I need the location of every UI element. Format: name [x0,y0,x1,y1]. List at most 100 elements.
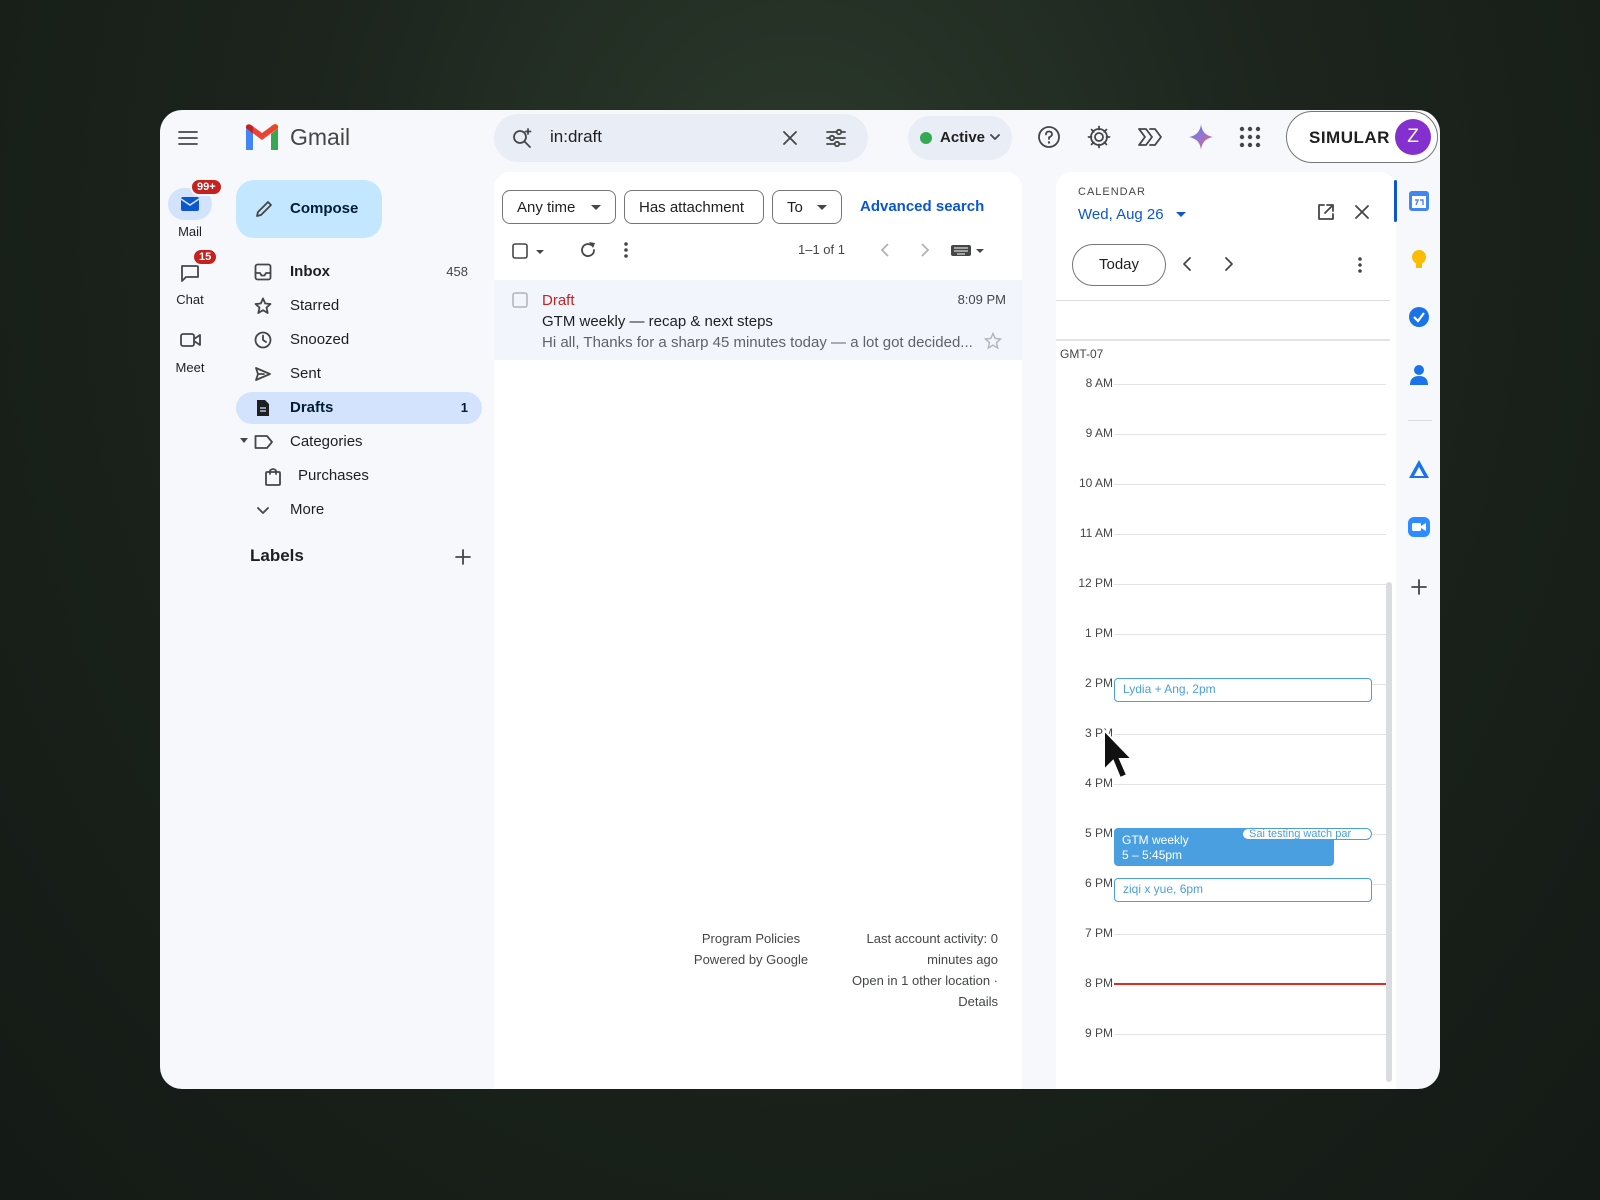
side-apps-rail [1394,172,1440,1089]
calendar-panel: CALENDAR Wed, Aug 26 Today GMT-07 8 AM 9 … [1056,172,1396,1089]
calendar-scrollbar[interactable] [1386,582,1392,1082]
chevron-left-icon[interactable] [878,242,892,258]
nav-label: Sent [290,365,321,382]
activity-line: Last account activity: 0 [866,931,998,946]
nav-label: More [290,501,325,518]
help-icon[interactable] [1036,124,1062,150]
nav-inbox[interactable]: Inbox 458 [236,256,482,288]
mouse-cursor-icon [1103,728,1135,780]
more-vert-icon[interactable] [622,240,630,260]
email-row[interactable]: Draft 8:09 PM GTM weekly — recap & next … [494,280,1022,360]
nav-categories[interactable]: Categories [236,426,482,458]
rail-meet[interactable]: Meet [160,324,220,375]
contacts-icon[interactable] [1409,364,1429,386]
label-tag-icon [254,435,273,449]
filter-has-attachment-label: Has attachment [639,199,745,216]
search-input[interactable] [550,127,790,147]
nav-count: 1 [460,400,468,415]
tasks-icon[interactable] [1408,306,1430,328]
account-brand: SIMULAR [1309,128,1390,147]
program-policies-link[interactable]: Program Policies [676,928,826,949]
account-switcher[interactable]: SIMULAR Z [1286,111,1438,163]
status-selector[interactable]: Active [908,116,1012,160]
add-label-icon[interactable] [454,548,472,566]
keyboard-icon[interactable] [950,242,986,258]
activity-line: minutes ago [927,952,998,967]
nav-label: Drafts [290,399,334,416]
nav-snoozed[interactable]: Snoozed [236,324,482,356]
keep-bulb-icon[interactable] [1410,248,1428,272]
filter-to-label: To [787,199,803,216]
hour-label: 1 PM [1084,626,1113,640]
nav-label: Categories [290,433,363,450]
zoom-video-icon[interactable] [1407,516,1431,538]
nav-label: Snoozed [290,331,350,348]
footer-links: Program Policies Powered by Google [676,928,826,970]
advanced-search-link[interactable]: Advanced search [860,198,984,215]
hour-gridline [1114,1034,1386,1035]
event-ziqi-yue[interactable]: ziqi x yue, 6pm [1114,878,1372,902]
details-link[interactable]: Details [822,991,998,1012]
pagination-label: 1–1 of 1 [798,242,845,257]
filter-any-time[interactable]: Any time [502,190,616,224]
mail-list-panel: Any time Has attachment To Advanced sear… [494,172,1022,1089]
search-options-icon[interactable] [824,126,848,150]
hour-gridline [1114,634,1386,635]
caret-down-icon [817,205,827,210]
open-in-new-icon[interactable] [1316,202,1336,222]
apps-grid-icon[interactable] [1238,125,1262,149]
settings-gear-icon[interactable] [1086,124,1112,150]
calendar-app-icon[interactable] [1408,190,1430,212]
nav-count: 458 [446,264,468,279]
star-icon [254,297,272,314]
clear-search-icon[interactable] [780,128,800,148]
event-lydia-ang[interactable]: Lydia + Ang, 2pm [1114,678,1372,702]
hour-gridline [1114,734,1386,735]
nav-sent[interactable]: Sent [236,358,482,390]
star-icon[interactable] [984,332,1002,350]
chevron-right-icon[interactable] [1222,256,1236,272]
filter-to[interactable]: To [772,190,842,224]
rail-chat[interactable]: 15 Chat [160,248,220,307]
filter-has-attachment[interactable]: Has attachment [624,190,764,224]
today-button[interactable]: Today [1072,244,1166,286]
hour-label: 9 AM [1085,426,1113,440]
event-sai-testing[interactable]: Sai testing watch par [1242,828,1372,840]
search-icon[interactable] [510,126,534,150]
select-all-checkbox[interactable] [512,242,548,260]
avatar[interactable]: Z [1395,119,1431,155]
nav-purchases[interactable]: Purchases [236,460,482,492]
nav-drafts[interactable]: Drafts 1 [236,392,482,424]
powered-by-text: Powered by Google [693,952,809,967]
calendar-date: Wed, Aug 26 [1078,206,1164,223]
nav-more[interactable]: More [236,494,482,526]
mail-icon [180,197,200,211]
close-icon[interactable] [1354,204,1370,220]
caret-down-icon [1176,211,1187,217]
calendar-date-picker[interactable]: Wed, Aug 26 [1078,206,1187,224]
hour-label: 2 PM [1084,676,1113,690]
chevron-right-icon[interactable] [918,242,932,258]
chat-icon [181,265,199,282]
chevron-left-icon[interactable] [1180,256,1194,272]
addon-triangle-icon[interactable] [1408,458,1430,480]
nav-starred[interactable]: Starred [236,290,482,322]
main-menu-icon[interactable] [176,126,200,150]
gemini-sparkle-icon[interactable] [1188,123,1214,151]
compose-button[interactable]: Compose [236,180,382,238]
chat-unread-badge: 15 [192,248,219,266]
caret-down-icon[interactable] [240,438,248,444]
workflow-icon[interactable] [1136,124,1164,150]
refresh-icon[interactable] [578,240,598,260]
rail-chat-label: Chat [176,292,204,307]
more-vert-icon[interactable] [1356,256,1364,274]
search-bar[interactable] [494,114,868,162]
labels-header: Labels [250,546,304,565]
row-checkbox[interactable] [512,292,528,308]
add-addon-icon[interactable] [1410,578,1428,596]
hour-label: 8 PM [1084,976,1113,990]
rail-mail[interactable]: 99+ Mail [160,178,223,239]
hour-gridline [1114,584,1386,585]
calendar-header: CALENDAR [1078,186,1146,198]
caret-down-icon [591,205,601,210]
